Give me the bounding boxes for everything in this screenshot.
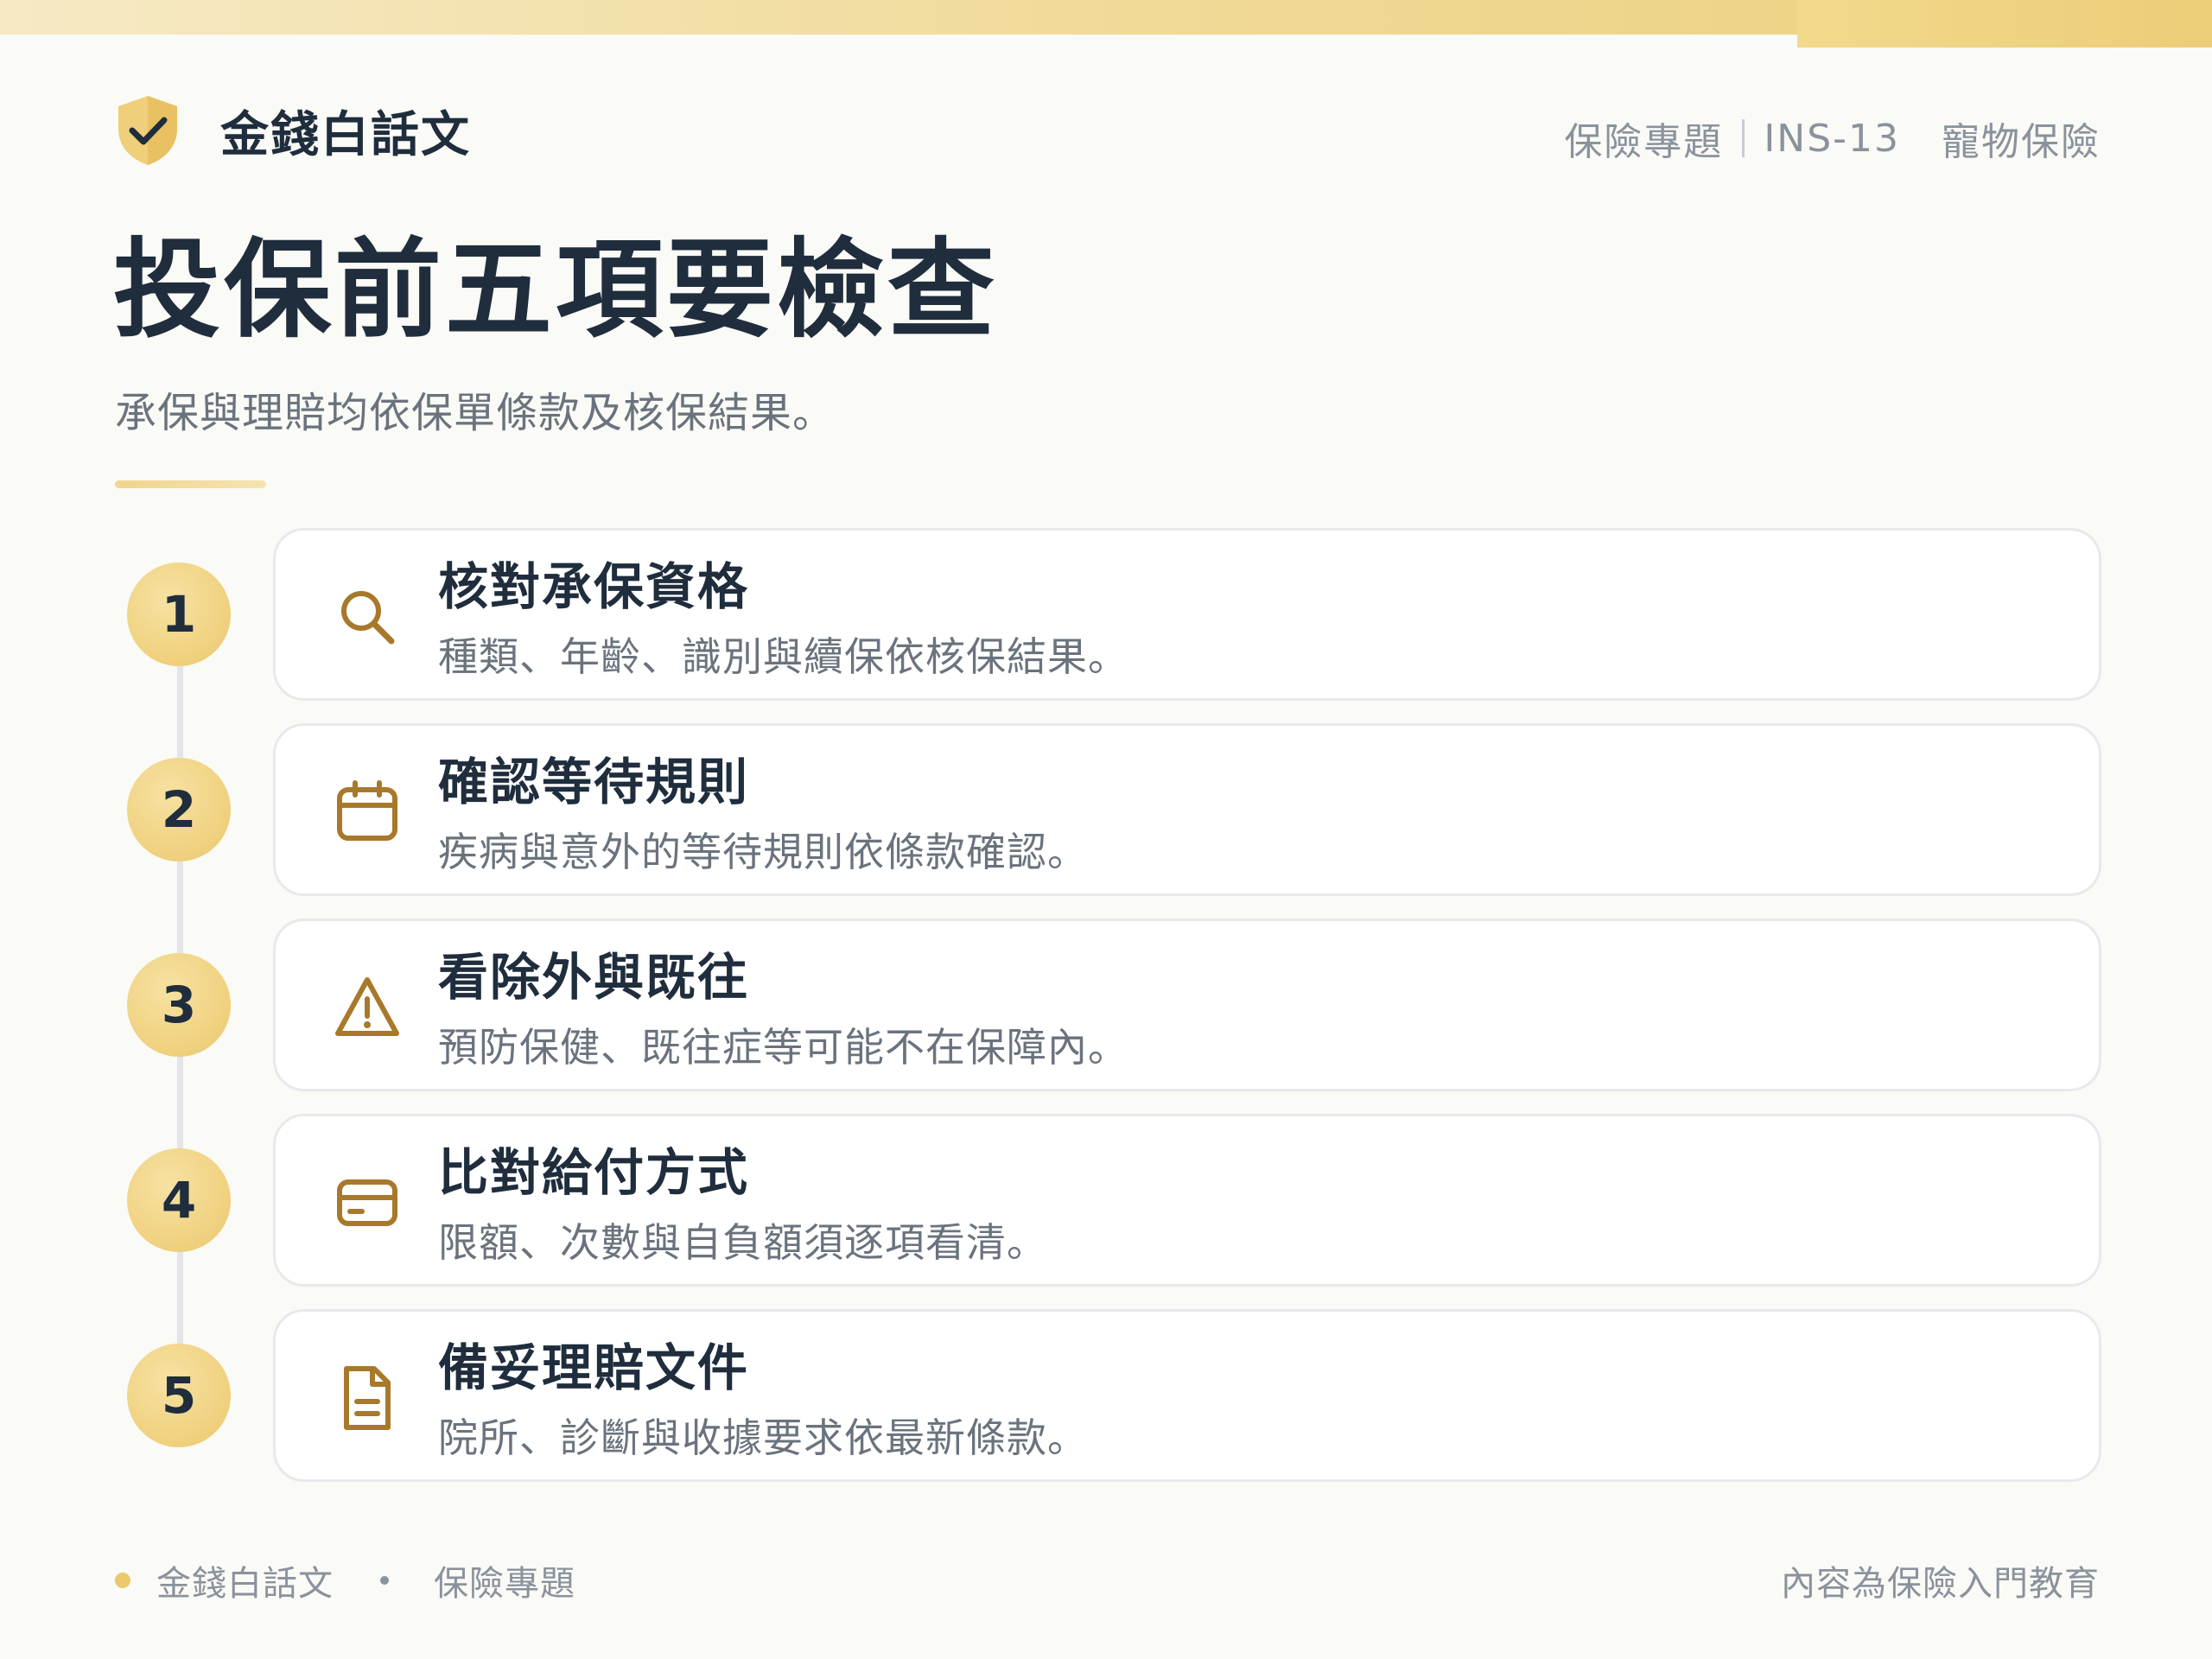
search-icon (341, 591, 395, 645)
step-number: 5 (127, 1344, 231, 1447)
footer-separator-dot (380, 1576, 389, 1585)
step-number: 3 (127, 953, 231, 1057)
calendar-icon (337, 780, 397, 841)
header-meta: 保險專題 INS-13 寵物保險 (1564, 111, 2101, 166)
document-icon (344, 1366, 391, 1430)
step-2: 2 確認等待規則 疾病與意外的等待規則依條款確認。 (0, 723, 2212, 896)
step-title: 比對給付方式 (438, 1143, 750, 1202)
step-number: 1 (127, 563, 231, 666)
step-title: 核對承保資格 (438, 557, 750, 616)
footer-note: 內容為保險入門教育 (1781, 1564, 2100, 1604)
step-desc: 預防保健、既往症等可能不在保障內。 (438, 1024, 1128, 1071)
step-card: 比對給付方式 限額、次數與自負額須逐項看清。 (273, 1114, 2101, 1287)
step-card: 確認等待規則 疾病與意外的等待規則依條款確認。 (273, 723, 2101, 896)
step-desc: 院所、診斷與收據要求依最新條款。 (438, 1414, 1088, 1461)
shield-check-icon (118, 96, 177, 165)
brand-name: 金錢白話文 (220, 106, 471, 163)
footer-category: 保險專題 (434, 1564, 575, 1604)
header-topic: 寵物保險 (1942, 120, 2101, 164)
step-title: 看除外與既往 (438, 948, 750, 1007)
page-title: 投保前五項要檢查 (113, 228, 999, 353)
footer-brand: 金錢白話文 (156, 1564, 334, 1604)
step-card: 備妥理賠文件 院所、診斷與收據要求依最新條款。 (273, 1309, 2101, 1482)
step-title: 確認等待規則 (438, 753, 750, 811)
step-number: 4 (127, 1148, 231, 1252)
step-card: 看除外與既往 預防保健、既往症等可能不在保障內。 (273, 918, 2101, 1091)
step-title: 備妥理賠文件 (438, 1338, 750, 1397)
step-1: 1 核對承保資格 種類、年齡、識別與續保依核保結果。 (0, 528, 2212, 701)
step-desc: 疾病與意外的等待規則依條款確認。 (438, 829, 1088, 875)
step-number: 2 (127, 758, 231, 861)
step-desc: 種類、年齡、識別與續保依核保結果。 (438, 633, 1128, 680)
step-card: 核對承保資格 種類、年齡、識別與續保依核保結果。 (273, 528, 2101, 701)
top-accent-tab (1797, 0, 2212, 48)
title-underline (115, 480, 266, 488)
header-divider (1742, 119, 1745, 157)
footer-left: 金錢白話文 保險專題 (115, 1555, 575, 1605)
header-code: INS-13 (1764, 116, 1900, 161)
page-subtitle: 承保與理賠均依保單條款及核保結果。 (115, 389, 836, 437)
page: 金錢白話文 保險專題 INS-13 寵物保險 投保前五項要檢查 承保與理賠均依保… (0, 0, 2212, 1659)
credit-card-icon (337, 1179, 397, 1226)
brand-logo: 金錢白話文 (115, 94, 471, 167)
step-4: 4 比對給付方式 限額、次數與自負額須逐項看清。 (0, 1114, 2212, 1287)
step-3: 3 看除外與既往 預防保健、既往症等可能不在保障內。 (0, 918, 2212, 1091)
footer-accent-dot (115, 1573, 130, 1588)
step-5: 5 備妥理賠文件 院所、診斷與收據要求依最新條款。 (0, 1309, 2212, 1482)
warning-icon (335, 977, 399, 1036)
header-category: 保險專題 (1564, 120, 1724, 164)
step-desc: 限額、次數與自負額須逐項看清。 (438, 1219, 1047, 1266)
